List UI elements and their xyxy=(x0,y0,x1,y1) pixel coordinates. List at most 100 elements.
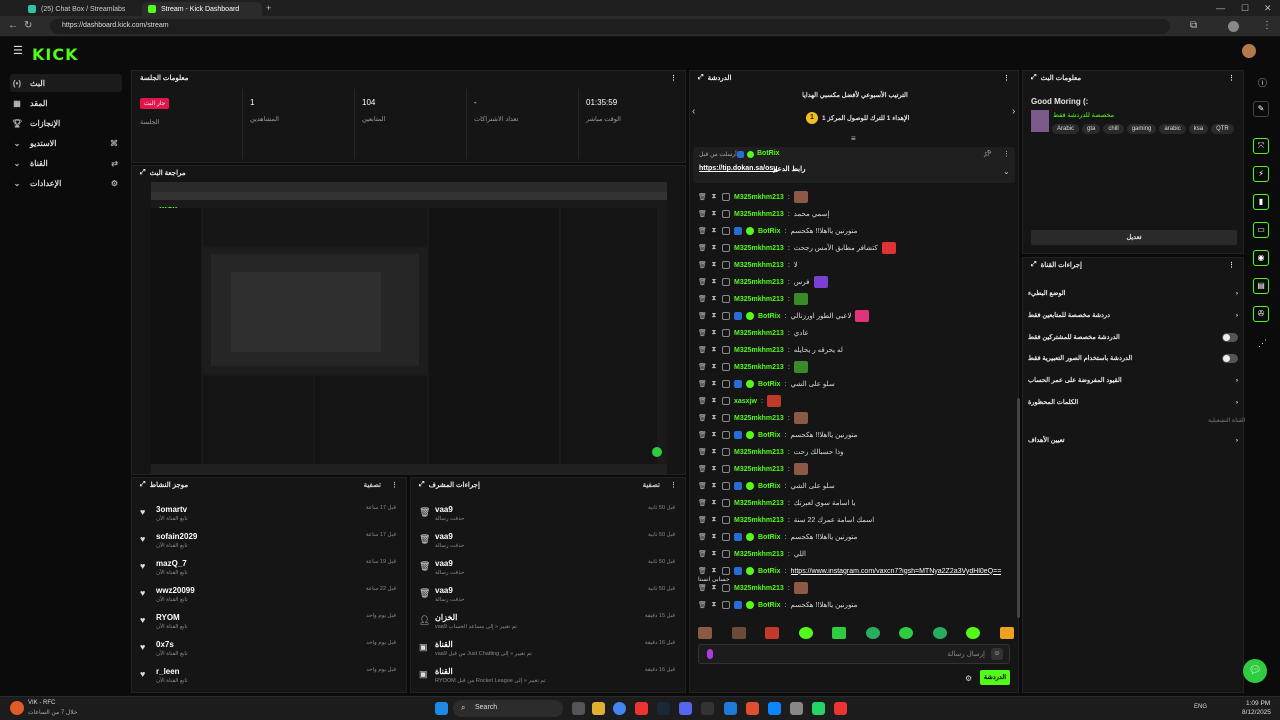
timeout-icon[interactable]: ⧗ xyxy=(710,380,718,388)
chevron-down-icon[interactable]: ⌄ xyxy=(1003,167,1010,176)
timeout-icon[interactable]: ⧗ xyxy=(710,295,718,303)
more-options-icon[interactable]: ⋮ xyxy=(670,481,677,489)
timeout-icon[interactable]: ⧗ xyxy=(710,244,718,252)
send-chat-button[interactable]: الدردشة xyxy=(980,670,1010,685)
delete-message-icon[interactable]: 🗑︎ xyxy=(698,397,707,405)
layout-icon[interactable]: ▤ xyxy=(1253,278,1269,294)
timeout-icon[interactable]: ⧗ xyxy=(710,193,718,201)
timeout-icon[interactable]: ⧗ xyxy=(710,465,718,473)
expand-icon[interactable]: ⤢ xyxy=(140,169,146,177)
pinned-user[interactable]: BotRix xyxy=(757,150,780,157)
expand-icon[interactable]: ⤢ xyxy=(1031,261,1037,269)
chat-bubble-icon[interactable]: ▭ xyxy=(1253,222,1269,238)
obs-icon[interactable] xyxy=(701,702,714,715)
chat-username[interactable]: M325mkhm213 xyxy=(734,500,784,507)
discord-icon[interactable] xyxy=(679,702,692,715)
chat-scrollbar[interactable] xyxy=(1017,398,1020,618)
mod-action-user[interactable]: vaa9 xyxy=(435,532,453,541)
stream-category[interactable]: مخصصة للدردشة فقط xyxy=(1053,111,1114,119)
kick-logo[interactable]: KICK xyxy=(32,45,79,64)
delete-message-icon[interactable]: 🗑︎ xyxy=(698,210,707,218)
activity-user[interactable]: sofain2029 xyxy=(156,532,197,541)
app-icon[interactable] xyxy=(746,702,759,715)
emote-icon[interactable] xyxy=(798,627,813,639)
edit-pencil-icon[interactable]: ✎ xyxy=(1253,101,1269,117)
banned-words-row[interactable]: الكلمات المحظورة › xyxy=(1028,395,1238,409)
activity-user[interactable]: 0x7s xyxy=(156,640,174,649)
chat-username[interactable]: BotRix xyxy=(758,313,781,320)
chrome-icon[interactable] xyxy=(613,702,626,715)
more-options-icon[interactable]: ⋮ xyxy=(1228,74,1235,82)
activity-user[interactable]: 3omartv xyxy=(156,505,187,514)
mod-action-user[interactable]: القناة xyxy=(435,640,453,649)
edit-stream-button[interactable]: تعديل xyxy=(1031,230,1237,245)
chat-username[interactable]: BotRix xyxy=(758,534,781,541)
vscode-icon[interactable] xyxy=(724,702,737,715)
expand-icon[interactable]: ⤢ xyxy=(698,74,704,82)
minimize-icon[interactable]: — xyxy=(1216,3,1225,13)
emotes-only-toggle[interactable] xyxy=(1222,353,1238,363)
lightning-icon[interactable]: ⚡︎ xyxy=(1253,166,1269,182)
activity-user[interactable]: wwz20099 xyxy=(156,586,195,595)
more-options-icon[interactable]: ⋮ xyxy=(670,74,677,82)
emoji-picker-icon[interactable]: ☺ xyxy=(991,648,1003,660)
chat-username[interactable]: BotRix xyxy=(758,602,781,609)
maximize-icon[interactable]: ☐ xyxy=(1241,3,1249,14)
timeout-icon[interactable]: ⧗ xyxy=(710,584,718,592)
profile-avatar[interactable] xyxy=(1228,21,1239,32)
edge-icon[interactable] xyxy=(768,702,781,715)
timeout-icon[interactable]: ⧗ xyxy=(710,210,718,218)
chat-username[interactable]: BotRix xyxy=(758,432,781,439)
back-icon[interactable]: ← xyxy=(8,20,18,31)
task-view-icon[interactable] xyxy=(572,702,585,715)
timeout-icon[interactable]: ⧗ xyxy=(710,261,718,269)
sidebar-item-settings[interactable]: ⌄ الإعدادات ⚙ xyxy=(10,174,122,192)
raid-icon[interactable]: ⤧ xyxy=(1253,138,1269,154)
sidebar-item-achievements[interactable]: 🏆︎ الإنجازات xyxy=(10,114,122,132)
delete-message-icon[interactable]: 🗑︎ xyxy=(698,329,707,337)
chat-username[interactable]: M325mkhm213 xyxy=(734,551,784,558)
sidebar-item-stream[interactable]: (•) البث xyxy=(10,74,122,92)
taskbar-date[interactable]: 8/12/2025 xyxy=(1242,709,1271,716)
timeout-icon[interactable]: ⧗ xyxy=(710,346,718,354)
timeout-icon[interactable]: ⧗ xyxy=(710,499,718,507)
more-options-icon[interactable]: ⋮ xyxy=(1228,261,1235,269)
mod-action-user[interactable]: vaa9 xyxy=(435,559,453,568)
weather-icon[interactable] xyxy=(10,701,24,715)
user-avatar[interactable] xyxy=(1242,44,1256,58)
browser-tab-streamlabs[interactable]: (25) Chat Box / Streamlabs xyxy=(22,2,142,16)
delete-message-icon[interactable]: 🗑︎ xyxy=(698,567,707,575)
activity-user[interactable]: RYOM xyxy=(156,613,180,622)
activity-user[interactable]: r_leen xyxy=(156,667,180,676)
delete-message-icon[interactable]: 🗑︎ xyxy=(698,499,707,507)
steam-icon[interactable] xyxy=(657,702,670,715)
emote-icon[interactable] xyxy=(932,627,947,639)
delete-message-icon[interactable]: 🗑︎ xyxy=(698,414,707,422)
more-options-icon[interactable]: ⋮ xyxy=(1003,74,1010,82)
youtube-icon[interactable] xyxy=(635,702,648,715)
chat-message-link[interactable]: https://www.instagram.com/vaxcn7?igsh=MT… xyxy=(791,568,1002,575)
whatsapp-icon[interactable] xyxy=(812,702,825,715)
followers-only-row[interactable]: دردشة مخصصة للمتابعين فقط › xyxy=(1028,308,1238,322)
emote-icon[interactable] xyxy=(698,627,712,639)
delete-message-icon[interactable]: 🗑︎ xyxy=(698,227,707,235)
chat-username[interactable]: M325mkhm213 xyxy=(734,364,784,371)
timeout-icon[interactable]: ⧗ xyxy=(710,533,718,541)
file-explorer-icon[interactable] xyxy=(592,702,605,715)
chat-username[interactable]: M325mkhm213 xyxy=(734,245,784,252)
timeout-icon[interactable]: ⧗ xyxy=(710,278,718,286)
delete-message-icon[interactable]: 🗑︎ xyxy=(698,584,707,592)
taskbar-time[interactable]: 1:09 PM xyxy=(1246,700,1270,707)
timeout-icon[interactable]: ⧗ xyxy=(710,329,718,337)
timeout-icon[interactable]: ⧗ xyxy=(710,448,718,456)
timeout-icon[interactable]: ⧗ xyxy=(710,550,718,558)
delete-message-icon[interactable]: 🗑︎ xyxy=(698,550,707,558)
app-icon[interactable] xyxy=(834,702,847,715)
kick-emote-icon[interactable] xyxy=(707,649,713,659)
delete-message-icon[interactable]: 🗑︎ xyxy=(698,244,707,252)
emote-icon[interactable] xyxy=(731,627,746,639)
chat-username[interactable]: BotRix xyxy=(758,568,781,575)
windows-start-icon[interactable] xyxy=(435,702,448,715)
banner-prev-icon[interactable]: ‹ xyxy=(692,106,695,117)
expand-icon[interactable]: ⤢ xyxy=(419,481,425,489)
